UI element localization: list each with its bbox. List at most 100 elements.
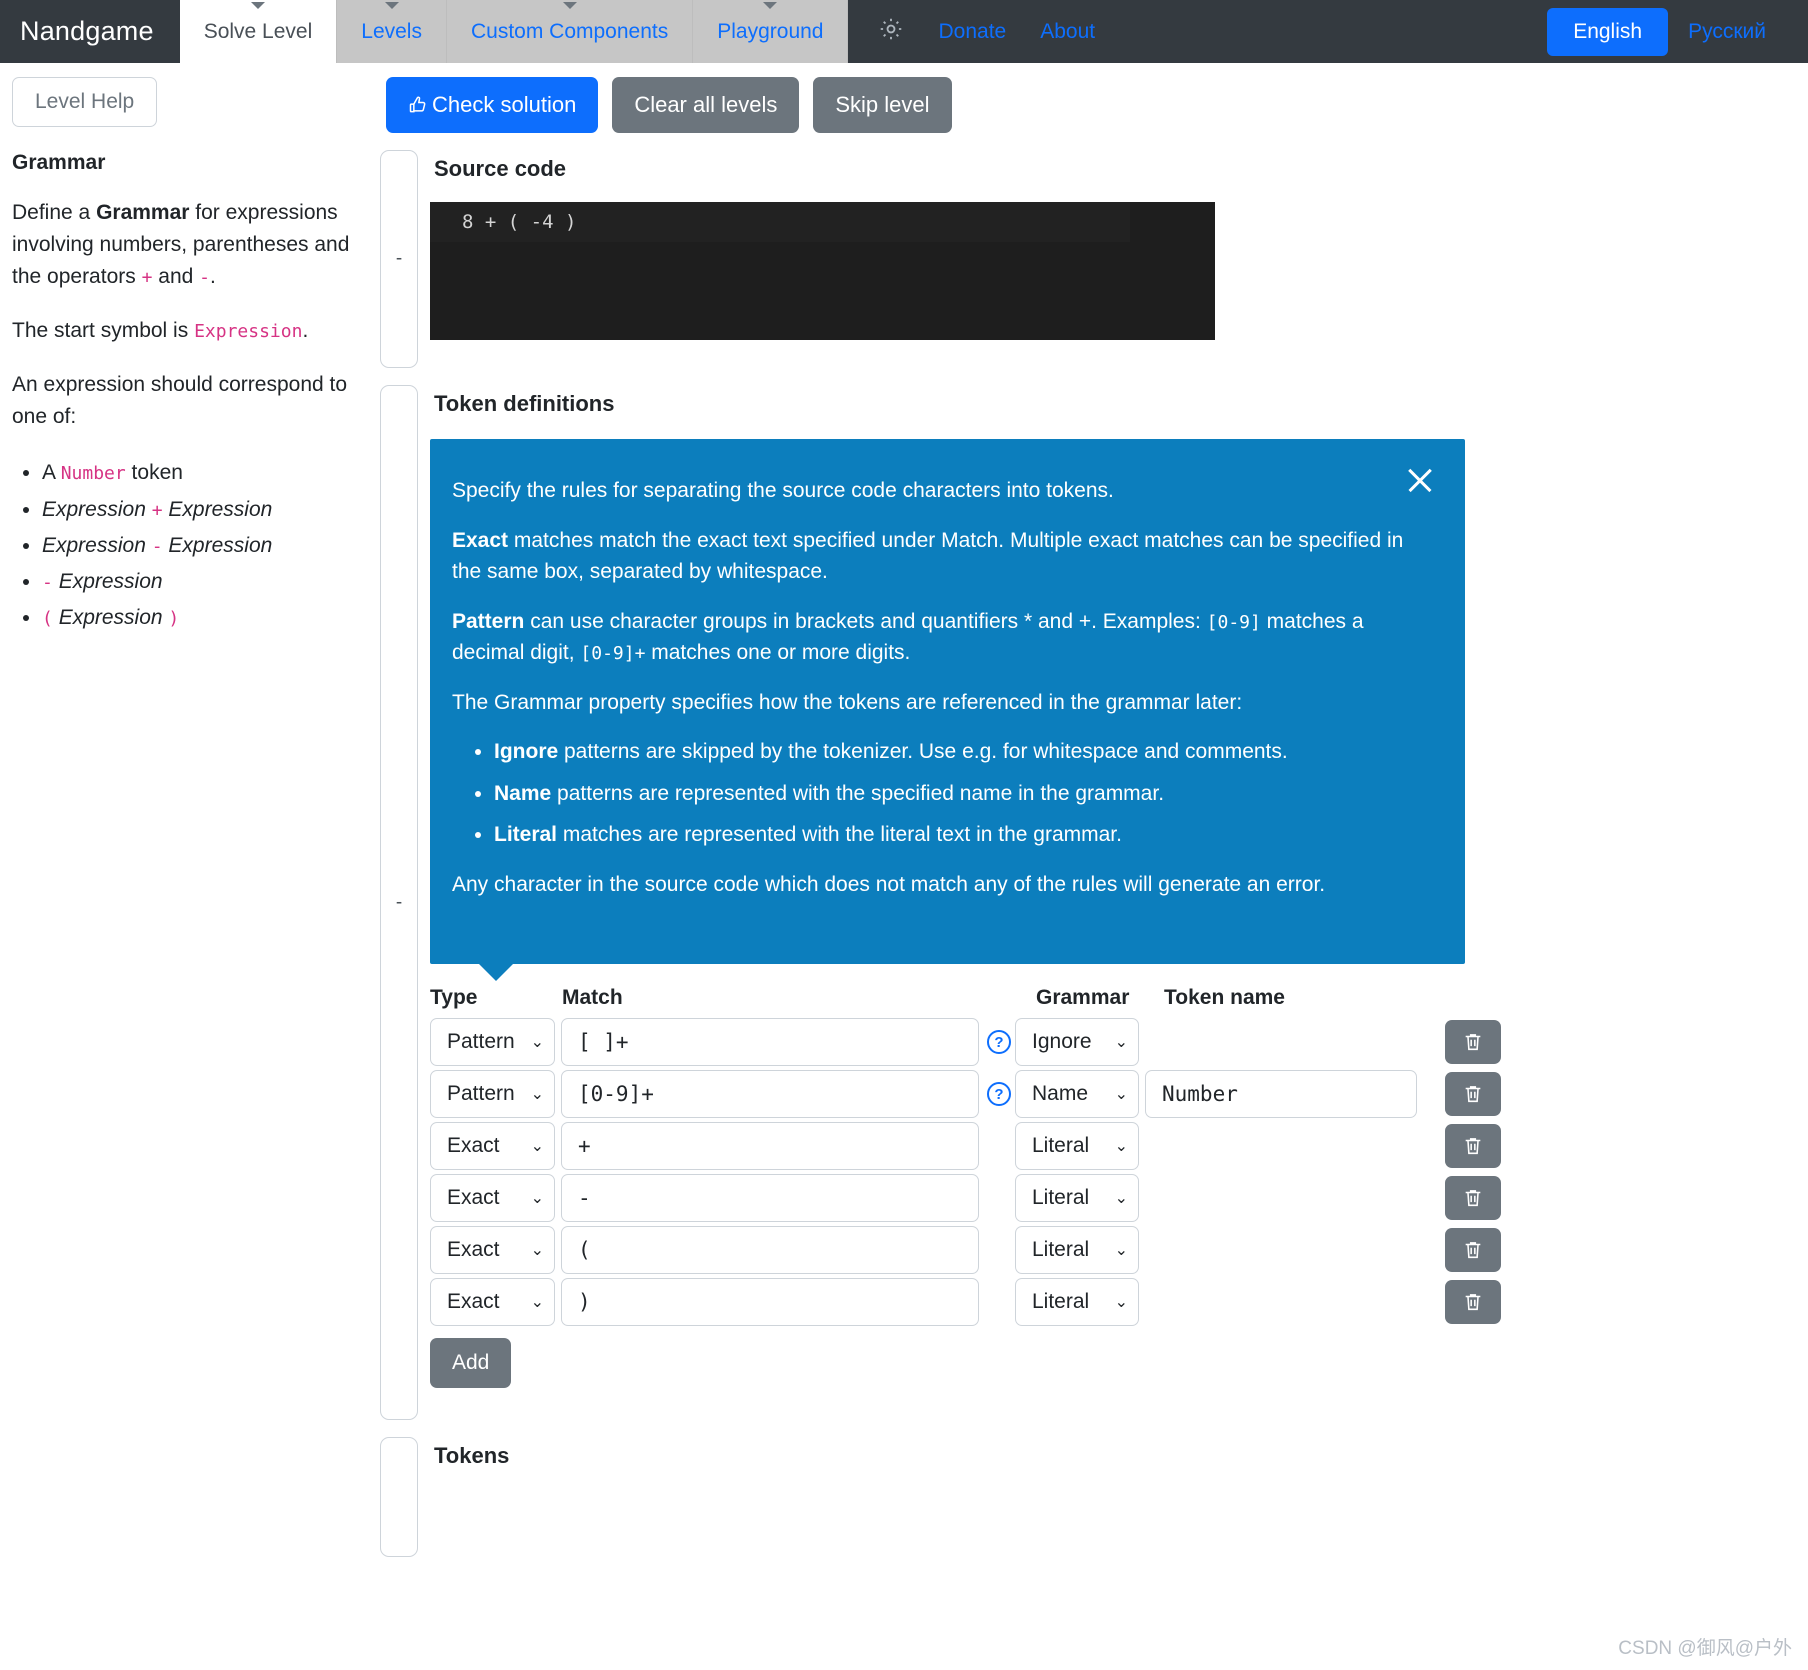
trash-icon bbox=[1465, 1190, 1481, 1207]
row-4-token-name-input bbox=[1145, 1226, 1417, 1274]
row-2-delete-button[interactable] bbox=[1445, 1124, 1501, 1168]
row-5-match-input[interactable]: ) bbox=[561, 1278, 979, 1326]
token-definitions-collapse-rail[interactable]: - bbox=[380, 385, 418, 1420]
source-code-collapse-rail[interactable]: - bbox=[380, 150, 418, 368]
tab-solve-level[interactable]: Solve Level bbox=[179, 0, 338, 63]
nav-tab-list: Solve Level Levels Custom Components Pla… bbox=[179, 0, 849, 63]
source-code-title: Source code bbox=[434, 156, 567, 181]
chevron-down-icon: ⌄ bbox=[530, 1294, 544, 1311]
nav-link-donate[interactable]: Donate bbox=[938, 20, 1006, 44]
trash-icon bbox=[1465, 1294, 1481, 1311]
row-1-delete-button[interactable] bbox=[1445, 1072, 1501, 1116]
clear-all-levels-button[interactable]: Clear all levels bbox=[612, 77, 800, 133]
row-5-grammar-select[interactable]: Literal ⌄ bbox=[1015, 1278, 1139, 1326]
rule-2-a: Expression bbox=[42, 533, 146, 557]
row-2-token-name-input bbox=[1145, 1122, 1417, 1170]
tab-levels[interactable]: Levels bbox=[337, 0, 447, 63]
row-1-grammar-select[interactable]: Name ⌄ bbox=[1015, 1070, 1139, 1118]
list-item: Expression + Expression bbox=[42, 493, 360, 526]
language-english-button[interactable]: English bbox=[1547, 7, 1669, 56]
row-0-type-select[interactable]: Pattern ⌄ bbox=[430, 1018, 555, 1066]
row-3-type-select[interactable]: Exact ⌄ bbox=[430, 1174, 555, 1222]
row-3-delete-button[interactable] bbox=[1445, 1176, 1501, 1220]
page-container: Level Help Grammar Define a Grammar for … bbox=[0, 63, 1808, 1557]
watermark: CSDN @御风@户外 bbox=[1618, 1638, 1792, 1659]
rule-3-op: - bbox=[42, 571, 53, 593]
tip-bullet-list: Ignore patterns are skipped by the token… bbox=[452, 736, 1431, 851]
table-row: Pattern ⌄ [ ]+ ? Ignore ⌄ bbox=[430, 1018, 1808, 1066]
list-item: A Number token bbox=[42, 456, 360, 489]
list-item: - Expression bbox=[42, 565, 360, 598]
caret-icon bbox=[562, 2, 577, 9]
row-5-grammar-value: Literal bbox=[1032, 1290, 1090, 1313]
row-4-grammar-select[interactable]: Literal ⌄ bbox=[1015, 1226, 1139, 1274]
row-4-delete-button[interactable] bbox=[1445, 1228, 1501, 1272]
chevron-down-icon: ⌄ bbox=[1114, 1086, 1128, 1103]
source-code-section: - Source code 8 + ( -4 ) bbox=[380, 150, 1808, 368]
tab-custom-components-label: Custom Components bbox=[470, 19, 669, 43]
chevron-down-icon: ⌄ bbox=[530, 1190, 544, 1207]
language-russian-link[interactable]: Русский bbox=[1668, 20, 1786, 44]
nav-link-about[interactable]: About bbox=[1040, 20, 1095, 44]
operator-plus: + bbox=[141, 266, 153, 288]
tab-custom-components[interactable]: Custom Components bbox=[446, 0, 694, 63]
row-4-match-input[interactable]: ( bbox=[561, 1226, 979, 1274]
caret-icon bbox=[384, 2, 399, 9]
start-symbol-text-a: The start symbol is bbox=[12, 318, 195, 342]
row-3-match-input[interactable]: - bbox=[561, 1174, 979, 1222]
trash-icon bbox=[1465, 1034, 1481, 1051]
add-token-rule-button[interactable]: Add bbox=[430, 1338, 512, 1388]
row-1-token-name-input[interactable]: Number bbox=[1145, 1070, 1417, 1118]
define-text-c: and bbox=[152, 264, 200, 288]
skip-level-button[interactable]: Skip level bbox=[813, 77, 952, 133]
row-0-match-input[interactable]: [ ]+ bbox=[561, 1018, 979, 1066]
row-1-match-input[interactable]: [0-9]+ bbox=[561, 1070, 979, 1118]
row-2-grammar-select[interactable]: Literal ⌄ bbox=[1015, 1122, 1139, 1170]
list-item: Expression - Expression bbox=[42, 529, 360, 562]
row-0-grammar-value: Ignore bbox=[1032, 1030, 1092, 1053]
source-code-editor[interactable]: 8 + ( -4 ) bbox=[430, 202, 1215, 340]
row-4-type-value: Exact bbox=[447, 1238, 500, 1261]
row-0-token-name-input bbox=[1145, 1018, 1417, 1066]
define-text-a: Define a bbox=[12, 201, 97, 224]
caret-icon bbox=[250, 2, 265, 9]
tip-line-1: Specify the rules for separating the sou… bbox=[452, 479, 1114, 502]
tip-exact-rest: matches match the exact text specified u… bbox=[452, 528, 1404, 584]
tip-line-5: Any character in the source code which d… bbox=[452, 872, 1326, 896]
row-4-type-select[interactable]: Exact ⌄ bbox=[430, 1226, 555, 1274]
row-5-type-select[interactable]: Exact ⌄ bbox=[430, 1278, 555, 1326]
sidebar-paragraph-expression-intro: An expression should correspond to one o… bbox=[12, 372, 348, 428]
table-header-row: Type Match Grammar Token name bbox=[430, 986, 1808, 1010]
row-2-grammar-value: Literal bbox=[1032, 1134, 1090, 1157]
tokens-collapse-rail[interactable] bbox=[380, 1437, 418, 1557]
tokens-title: Tokens bbox=[434, 1443, 510, 1468]
app-brand: Nandgame bbox=[20, 16, 154, 46]
column-header-type: Type bbox=[430, 986, 478, 1009]
row-3-grammar-select[interactable]: Literal ⌄ bbox=[1015, 1174, 1139, 1222]
tokens-section: Tokens bbox=[380, 1437, 1808, 1557]
tip-pattern-code-1: [0-9] bbox=[1206, 611, 1261, 633]
row-2-type-select[interactable]: Exact ⌄ bbox=[430, 1122, 555, 1170]
row-1-type-value: Pattern bbox=[447, 1082, 515, 1105]
level-help-button[interactable]: Level Help bbox=[12, 77, 158, 127]
tokens-body: Tokens bbox=[430, 1437, 1808, 1557]
row-5-delete-button[interactable] bbox=[1445, 1280, 1501, 1324]
tab-playground[interactable]: Playground bbox=[693, 0, 849, 63]
row-1-help-icon[interactable]: ? bbox=[987, 1082, 1011, 1106]
close-icon[interactable] bbox=[1405, 465, 1435, 495]
row-1-type-select[interactable]: Pattern ⌄ bbox=[430, 1070, 555, 1118]
rule-3-b: Expression bbox=[58, 569, 163, 593]
row-0-delete-button[interactable] bbox=[1445, 1020, 1501, 1064]
top-navbar: Nandgame Solve Level Levels Custom Compo… bbox=[0, 0, 1808, 63]
source-code-line[interactable]: 8 + ( -4 ) bbox=[430, 202, 1130, 242]
row-2-match-input[interactable]: + bbox=[561, 1122, 979, 1170]
chevron-down-icon: ⌄ bbox=[1114, 1242, 1128, 1259]
row-0-help-icon[interactable]: ? bbox=[987, 1030, 1011, 1054]
sidebar-paragraph-start-symbol: The start symbol is Expression. bbox=[12, 315, 360, 347]
rule-2-b: Expression bbox=[168, 533, 273, 557]
main-content: Check solution Clear all levels Skip lev… bbox=[380, 63, 1808, 1557]
gear-icon[interactable] bbox=[878, 16, 904, 47]
token-definitions-title: Token definitions bbox=[434, 391, 615, 416]
check-solution-button[interactable]: Check solution bbox=[386, 77, 599, 133]
row-0-grammar-select[interactable]: Ignore ⌄ bbox=[1015, 1018, 1139, 1066]
